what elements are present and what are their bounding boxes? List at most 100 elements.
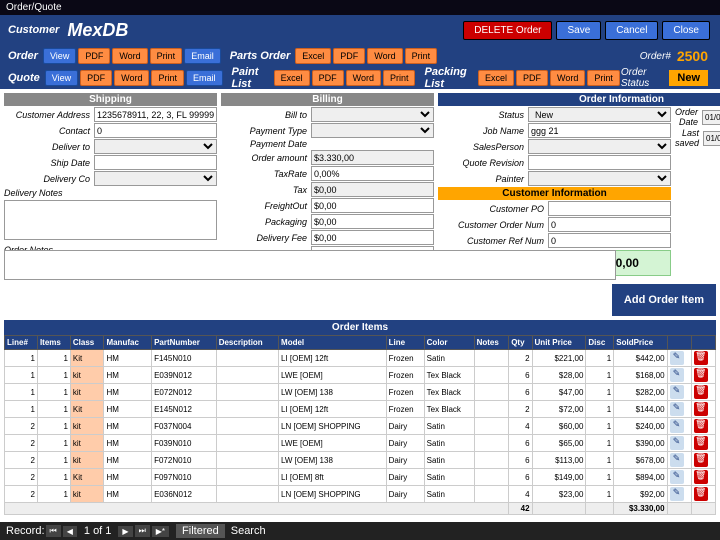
ref-input[interactable]: [548, 233, 671, 248]
quote-email-button[interactable]: Email: [186, 70, 223, 86]
cancel-button[interactable]: Cancel: [605, 21, 658, 40]
delete-icon[interactable]: 🗑: [694, 368, 708, 382]
deliver-to-select[interactable]: [94, 139, 217, 154]
col-sold[interactable]: SoldPrice: [614, 336, 667, 350]
qrev-input[interactable]: [528, 155, 671, 170]
pay-type-select[interactable]: [311, 123, 434, 138]
order-print-button[interactable]: Print: [150, 48, 183, 64]
paint-word-button[interactable]: Word: [346, 70, 381, 86]
delete-order-button[interactable]: DELETE Order: [463, 21, 552, 40]
tax-input: [311, 182, 434, 197]
jobname-label: Job Name: [438, 126, 528, 136]
pkg-input[interactable]: [311, 214, 434, 229]
filtered-button[interactable]: Filtered: [176, 524, 225, 538]
col-price[interactable]: Unit Price: [532, 336, 586, 350]
freight-input[interactable]: [311, 198, 434, 213]
col-qty[interactable]: Qty: [509, 336, 532, 350]
parts-print-button[interactable]: Print: [405, 48, 438, 64]
table-row[interactable]: 21kitHMF072N010LW [OEM] 138DairySatin6$1…: [5, 452, 716, 469]
jobname-input[interactable]: [528, 123, 671, 138]
col-model[interactable]: Model: [279, 336, 387, 350]
quote-view-button[interactable]: View: [45, 70, 78, 86]
sales-select[interactable]: [528, 139, 671, 154]
table-row[interactable]: 11KitHMF145N010LI [OEM] 12ftFrozenSatin2…: [5, 350, 716, 367]
edit-icon[interactable]: ✎: [670, 419, 684, 433]
packing-word-button[interactable]: Word: [550, 70, 585, 86]
edit-icon[interactable]: ✎: [670, 402, 684, 416]
col-disc[interactable]: Disc: [586, 336, 614, 350]
packing-excel-button[interactable]: Excel: [478, 70, 514, 86]
paint-pdf-button[interactable]: PDF: [312, 70, 344, 86]
parts-excel-button[interactable]: Excel: [295, 48, 331, 64]
col-line[interactable]: Line#: [5, 336, 38, 350]
delete-icon[interactable]: 🗑: [694, 419, 708, 433]
edit-icon[interactable]: ✎: [670, 351, 684, 365]
paint-print-button[interactable]: Print: [383, 70, 416, 86]
delfee-input[interactable]: [311, 230, 434, 245]
delete-icon[interactable]: 🗑: [694, 453, 708, 467]
quote-print-button[interactable]: Print: [151, 70, 184, 86]
taxrate-input[interactable]: [311, 166, 434, 181]
packing-pdf-button[interactable]: PDF: [516, 70, 548, 86]
edit-icon[interactable]: ✎: [670, 385, 684, 399]
contact-input[interactable]: [94, 123, 217, 138]
save-button[interactable]: Save: [556, 21, 601, 40]
nav-prev-button[interactable]: ◀: [63, 526, 77, 537]
delete-icon[interactable]: 🗑: [694, 385, 708, 399]
delivery-notes-input[interactable]: [4, 200, 217, 240]
table-row[interactable]: 11kitHME072N012LW [OEM] 138FrozenTex Bla…: [5, 384, 716, 401]
onum-input[interactable]: [548, 217, 671, 232]
nav-last-button[interactable]: ⏭: [135, 525, 150, 537]
status-select[interactable]: New: [528, 107, 671, 122]
col-part[interactable]: PartNumber: [152, 336, 217, 350]
po-input[interactable]: [548, 201, 671, 216]
col-gline[interactable]: Line: [386, 336, 424, 350]
order-notes-input[interactable]: [4, 250, 616, 280]
quote-word-button[interactable]: Word: [114, 70, 149, 86]
delete-icon[interactable]: 🗑: [694, 402, 708, 416]
col-color[interactable]: Color: [424, 336, 474, 350]
col-notes[interactable]: Notes: [474, 336, 509, 350]
table-row[interactable]: 21KitHMF097N010LI [OEM] 8ftDairySatin6$1…: [5, 469, 716, 486]
edit-icon[interactable]: ✎: [670, 436, 684, 450]
quote-pdf-button[interactable]: PDF: [80, 70, 112, 86]
edit-icon[interactable]: ✎: [670, 368, 684, 382]
bill-to-select[interactable]: [311, 107, 434, 122]
table-row[interactable]: 21kitHMF039N010LWE [OEM]DairySatin6$65,0…: [5, 435, 716, 452]
order-email-button[interactable]: Email: [184, 48, 221, 64]
nav-next-button[interactable]: ▶: [118, 526, 132, 537]
shipping-header: Shipping: [4, 93, 217, 106]
parts-pdf-button[interactable]: PDF: [333, 48, 365, 64]
parts-word-button[interactable]: Word: [367, 48, 402, 64]
close-button[interactable]: Close: [662, 21, 710, 40]
delete-icon[interactable]: 🗑: [694, 436, 708, 450]
table-row[interactable]: 11kitHME039N012LWE [OEM]FrozenTex Black6…: [5, 367, 716, 384]
order-num: 2500: [677, 48, 708, 64]
add-order-item-button[interactable]: Add Order Item: [612, 284, 716, 316]
delete-icon[interactable]: 🗑: [694, 351, 708, 365]
nav-new-button[interactable]: ▶*: [152, 526, 169, 537]
odate-label: Order Date: [675, 107, 702, 127]
col-items[interactable]: Items: [37, 336, 70, 350]
order-view-button[interactable]: View: [43, 48, 76, 64]
table-row[interactable]: 21kitHMF037N004LN [OEM] SHOPPINGDairySat…: [5, 418, 716, 435]
delete-icon[interactable]: 🗑: [694, 487, 708, 501]
order-pdf-button[interactable]: PDF: [78, 48, 110, 64]
col-desc[interactable]: Description: [216, 336, 278, 350]
edit-icon[interactable]: ✎: [670, 470, 684, 484]
ship-date-input[interactable]: [94, 155, 217, 170]
nav-first-button[interactable]: ⏮: [46, 525, 61, 537]
delete-icon[interactable]: 🗑: [694, 470, 708, 484]
paint-excel-button[interactable]: Excel: [274, 70, 310, 86]
delivery-co-select[interactable]: [94, 171, 217, 186]
address-input[interactable]: [94, 107, 217, 122]
edit-icon[interactable]: ✎: [670, 487, 684, 501]
painter-select[interactable]: [528, 171, 671, 186]
packing-print-button[interactable]: Print: [587, 70, 620, 86]
edit-icon[interactable]: ✎: [670, 453, 684, 467]
col-manuf[interactable]: Manufac: [104, 336, 152, 350]
col-class[interactable]: Class: [70, 336, 104, 350]
table-row[interactable]: 21kitHME036N012LN [OEM] SHOPPINGDairySat…: [5, 486, 716, 503]
table-row[interactable]: 11KitHME145N012LI [OEM] 12ftFrozenTex Bl…: [5, 401, 716, 418]
order-word-button[interactable]: Word: [112, 48, 147, 64]
